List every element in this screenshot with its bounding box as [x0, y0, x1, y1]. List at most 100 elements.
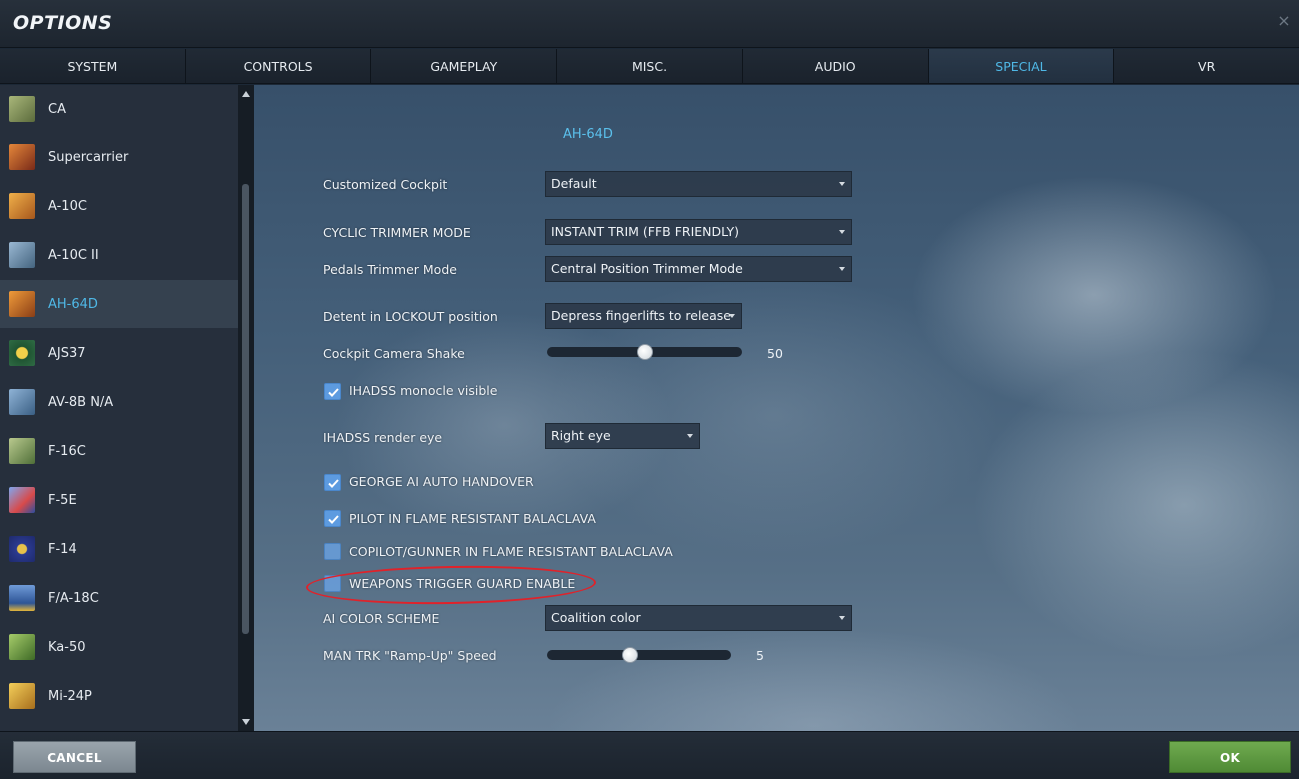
tab-controls[interactable]: CONTROLS — [185, 49, 372, 83]
sidebar-item-label: Mi-24P — [48, 688, 92, 704]
sidebar-item-a10c[interactable]: A-10C — [0, 182, 238, 230]
sidebar-item-av8b[interactable]: AV-8B N/A — [0, 378, 238, 426]
chevron-down-icon — [839, 267, 845, 271]
ai-color-value: Coalition color — [551, 610, 641, 625]
sidebar-item-ah64d[interactable]: AH-64D — [0, 280, 238, 328]
cyclic-trimmer-value: INSTANT TRIM (FFB FRIENDLY) — [551, 224, 739, 239]
sidebar-item-a10c-ii[interactable]: A-10C II — [0, 231, 238, 279]
supercarrier-module-icon — [9, 144, 35, 170]
f5e-module-icon — [9, 487, 35, 513]
slider-knob[interactable] — [621, 647, 638, 663]
ai-color-select[interactable]: Coalition color — [545, 605, 852, 631]
sidebar-item-label: A-10C — [48, 198, 87, 214]
ramp-up-value: 5 — [756, 648, 764, 663]
copilot-balaclava-checkbox[interactable] — [324, 543, 341, 560]
sidebar-item-label: AJS37 — [48, 345, 86, 361]
ihadss-eye-select[interactable]: Right eye — [545, 423, 700, 449]
detent-lockout-select[interactable]: Depress fingerlifts to release — [545, 303, 742, 329]
chevron-down-icon — [729, 314, 735, 318]
copilot-balaclava-label: COPILOT/GUNNER IN FLAME RESISTANT BALACL… — [349, 544, 673, 559]
tab-special[interactable]: SPECIAL — [928, 49, 1115, 83]
f14-module-icon — [9, 536, 35, 562]
a10c2-module-icon — [9, 242, 35, 268]
bottom-bar — [0, 731, 1299, 779]
george-handover-label: GEORGE AI AUTO HANDOVER — [349, 474, 534, 489]
ah64d-module-icon — [9, 291, 35, 317]
mi24p-module-icon — [9, 683, 35, 709]
sidebar-item-label: F-16C — [48, 443, 86, 459]
cancel-button[interactable]: CANCEL — [13, 741, 136, 773]
chevron-down-icon — [839, 616, 845, 620]
ramp-up-label: MAN TRK "Ramp-Up" Speed — [323, 648, 497, 663]
ka50-module-icon — [9, 634, 35, 660]
sidebar-item-label: F-14 — [48, 541, 77, 557]
sidebar-item-supercarrier[interactable]: Supercarrier — [0, 133, 238, 181]
sidebar-item-f5e[interactable]: F-5E — [0, 476, 238, 524]
sidebar-item-fa18c[interactable]: F/A-18C — [0, 574, 238, 622]
options-tabs: SYSTEM CONTROLS GAMEPLAY MISC. AUDIO SPE… — [0, 49, 1299, 84]
pilot-balaclava-checkbox[interactable] — [324, 510, 341, 527]
f16c-module-icon — [9, 438, 35, 464]
window-title: OPTIONS — [13, 12, 113, 34]
camera-shake-value: 50 — [767, 346, 783, 361]
scroll-down-icon[interactable] — [242, 719, 250, 725]
sidebar-item-label: AV-8B N/A — [48, 394, 114, 410]
ihadss-monocle-checkbox[interactable] — [324, 383, 341, 400]
sidebar-item-f14[interactable]: F-14 — [0, 525, 238, 573]
ok-button[interactable]: OK — [1169, 741, 1291, 773]
pilot-balaclava-label: PILOT IN FLAME RESISTANT BALACLAVA — [349, 511, 596, 526]
customized-cockpit-select[interactable]: Default — [545, 171, 852, 197]
george-handover-checkbox[interactable] — [324, 474, 341, 491]
customized-cockpit-value: Default — [551, 176, 597, 191]
sidebar-item-label: A-10C II — [48, 247, 99, 263]
ihadss-monocle-label: IHADSS monocle visible — [349, 383, 498, 398]
checkmark-icon — [328, 515, 339, 524]
checkmark-icon — [328, 388, 339, 397]
close-icon[interactable]: × — [1277, 13, 1291, 29]
chevron-down-icon — [687, 434, 693, 438]
cyclic-trimmer-label: CYCLIC TRIMMER MODE — [323, 225, 471, 240]
pedals-trimmer-select[interactable]: Central Position Trimmer Mode — [545, 256, 852, 282]
tab-vr[interactable]: VR — [1114, 49, 1299, 83]
tab-audio[interactable]: AUDIO — [742, 49, 929, 83]
sidebar-item-label: Supercarrier — [48, 149, 129, 165]
sidebar-item-ajs37[interactable]: AJS37 — [0, 329, 238, 377]
sidebar-item-f16c[interactable]: F-16C — [0, 427, 238, 475]
sidebar-scrollbar[interactable] — [238, 85, 254, 731]
ihadss-eye-label: IHADSS render eye — [323, 430, 443, 445]
sidebar-item-label: Ka-50 — [48, 639, 86, 655]
camera-shake-label: Cockpit Camera Shake — [323, 346, 465, 361]
cyclic-trimmer-select[interactable]: INSTANT TRIM (FFB FRIENDLY) — [545, 219, 852, 245]
chevron-down-icon — [839, 230, 845, 234]
tab-system[interactable]: SYSTEM — [0, 49, 186, 83]
a10c-module-icon — [9, 193, 35, 219]
scroll-thumb[interactable] — [242, 184, 249, 634]
ajs37-module-icon — [9, 340, 35, 366]
detent-lockout-label: Detent in LOCKOUT position — [323, 309, 498, 324]
module-sidebar: CA Supercarrier A-10C A-10C II AH-64D AJ… — [0, 85, 238, 731]
slider-knob[interactable] — [636, 344, 653, 360]
fa18c-module-icon — [9, 585, 35, 611]
sidebar-item-mi24p[interactable]: Mi-24P — [0, 672, 238, 720]
tab-misc[interactable]: MISC. — [557, 49, 743, 83]
ramp-up-slider[interactable] — [547, 647, 731, 663]
tab-gameplay[interactable]: GAMEPLAY — [371, 49, 558, 83]
ca-module-icon — [9, 96, 35, 122]
ihadss-eye-value: Right eye — [551, 428, 611, 443]
ai-color-label: AI COLOR SCHEME — [323, 611, 440, 626]
sidebar-item-label: F-5E — [48, 492, 77, 508]
sidebar-item-ka50[interactable]: Ka-50 — [0, 623, 238, 671]
sidebar-item-label: CA — [48, 101, 66, 117]
detent-lockout-value: Depress fingerlifts to release — [551, 308, 731, 323]
chevron-down-icon — [839, 182, 845, 186]
pedals-trimmer-label: Pedals Trimmer Mode — [323, 262, 457, 277]
checkmark-icon — [328, 479, 339, 488]
av8b-module-icon — [9, 389, 35, 415]
sidebar-item-ca[interactable]: CA — [0, 85, 238, 133]
sidebar-item-label: F/A-18C — [48, 590, 99, 606]
scroll-up-icon[interactable] — [242, 91, 250, 97]
section-title: AH-64D — [563, 127, 613, 142]
title-bar: OPTIONS × — [0, 0, 1299, 48]
camera-shake-slider[interactable] — [547, 344, 742, 360]
pedals-trimmer-value: Central Position Trimmer Mode — [551, 261, 743, 276]
